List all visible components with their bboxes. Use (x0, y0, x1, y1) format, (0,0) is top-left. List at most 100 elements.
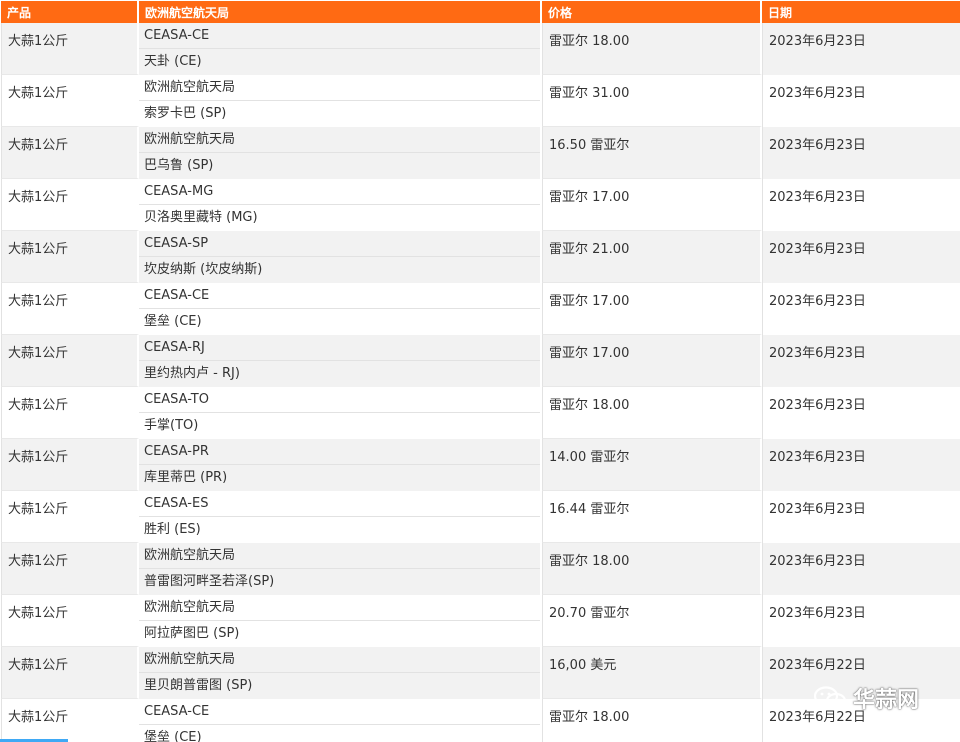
cell-date: 2023年6月23日 (762, 179, 960, 231)
market-name: CEASA-MG (139, 179, 540, 205)
cell-product: 大蒜1公斤 (1, 647, 139, 699)
cell-price: 雷亚尔 18.00 (542, 23, 762, 75)
table-body: 大蒜1公斤 CEASA-CE 天卦 (CE) 雷亚尔 18.00 2023年6月23日大… (1, 23, 960, 742)
cell-price: 14.00 雷亚尔 (542, 439, 762, 491)
cell-product: 大蒜1公斤 (1, 231, 139, 283)
table-row: 大蒜1公斤 CEASA-MG 贝洛奥里藏特 (MG) 雷亚尔 17.00 2023年6月… (1, 179, 960, 231)
cell-market: CEASA-CE 堡垒 (CE) (139, 283, 542, 335)
cell-product: 大蒜1公斤 (1, 75, 139, 127)
market-stack: CEASA-CE 天卦 (CE) (139, 23, 540, 75)
cell-market: CEASA-RJ 里约热内卢 - RJ) (139, 335, 542, 387)
market-city: 胜利 (ES) (144, 522, 201, 537)
market-name: CEASA-PR (139, 439, 540, 465)
market-city: 天卦 (CE) (144, 54, 202, 69)
cell-date: 2023年6月23日 (762, 127, 960, 179)
cell-price: 雷亚尔 18.00 (542, 543, 762, 595)
market-city: 坎皮纳斯 (坎皮纳斯) (144, 262, 263, 277)
cell-price: 16.50 雷亚尔 (542, 127, 762, 179)
cell-product: 大蒜1公斤 (1, 283, 139, 335)
header-price[interactable]: 价格 (542, 1, 762, 23)
market-city: 里贝朗普雷图 (SP) (144, 678, 253, 693)
market-name: CEASA-TO (139, 387, 540, 413)
cell-price: 雷亚尔 17.00 (542, 335, 762, 387)
cell-market: CEASA-MG 贝洛奥里藏特 (MG) (139, 179, 542, 231)
table-row: 大蒜1公斤 欧洲航空航天局 索罗卡巴 (SP) 雷亚尔 31.00 2023年6月23日 (1, 75, 960, 127)
cell-date: 2023年6月23日 (762, 387, 960, 439)
market-name: CEASA-ES (139, 491, 540, 517)
cell-date: 2023年6月23日 (762, 23, 960, 75)
market-name: CEASA-RJ (139, 335, 540, 361)
watermark: 华蒜网 (813, 682, 919, 714)
cell-price: 16.44 雷亚尔 (542, 491, 762, 543)
price-table: 产品 欧洲航空航天局 价格 日期 大蒜1公斤 CEASA-CE 天卦 (CE) 雷亚尔… (1, 1, 960, 742)
cell-price: 雷亚尔 17.00 (542, 179, 762, 231)
cell-date: 2023年6月23日 (762, 543, 960, 595)
cell-price: 16,00 美元 (542, 647, 762, 699)
cell-product: 大蒜1公斤 (1, 387, 139, 439)
table-row: 大蒜1公斤 欧洲航空航天局 普雷图河畔圣若泽(SP) 雷亚尔 18.00 2023年6月… (1, 543, 960, 595)
table-row: 大蒜1公斤 CEASA-CE 天卦 (CE) 雷亚尔 18.00 2023年6月23日 (1, 23, 960, 75)
market-stack: CEASA-MG 贝洛奥里藏特 (MG) (139, 179, 540, 231)
cell-market: 欧洲航空航天局阿拉萨图巴 (SP) (139, 595, 542, 647)
market-name: 欧洲航空航天局 (139, 127, 540, 153)
market-city: 堡垒 (CE) (144, 730, 202, 742)
table-header-row: 产品 欧洲航空航天局 价格 日期 (1, 1, 960, 23)
cell-product: 大蒜1公斤 (1, 491, 139, 543)
market-stack: CEASA-PR 库里蒂巴 (PR) (139, 439, 540, 491)
cell-product: 大蒜1公斤 (1, 335, 139, 387)
cell-market: CEASA-ES 胜利 (ES) (139, 491, 542, 543)
market-stack: 欧洲航空航天局里贝朗普雷图 (SP) (139, 647, 540, 699)
cell-product: 大蒜1公斤 (1, 179, 139, 231)
cell-market: CEASA-SP 坎皮纳斯 (坎皮纳斯) (139, 231, 542, 283)
cell-price: 雷亚尔 17.00 (542, 283, 762, 335)
cell-market: CEASA-CE 天卦 (CE) (139, 23, 542, 75)
cell-date: 2023年6月23日 (762, 231, 960, 283)
cell-date: 2023年6月23日 (762, 335, 960, 387)
market-city: 索罗卡巴 (SP) (144, 106, 227, 121)
cell-market: 欧洲航空航天局 索罗卡巴 (SP) (139, 75, 542, 127)
market-stack: 欧洲航空航天局 普雷图河畔圣若泽(SP) (139, 543, 540, 595)
cell-market: CEASA-TO 手掌(TO) (139, 387, 542, 439)
cell-date: 2023年6月23日 (762, 439, 960, 491)
market-name: 欧洲航空航天局 (139, 595, 540, 621)
market-stack: CEASA-TO 手掌(TO) (139, 387, 540, 439)
cell-market: 欧洲航空航天局 巴乌鲁 (SP) (139, 127, 542, 179)
cell-market: CEASA-PR 库里蒂巴 (PR) (139, 439, 542, 491)
cell-price: 雷亚尔 18.00 (542, 699, 762, 742)
market-stack: 欧洲航空航天局 巴乌鲁 (SP) (139, 127, 540, 179)
cell-market: CEASA-CE 堡垒 (CE) (139, 699, 542, 742)
table-row: 大蒜1公斤 CEASA-SP 坎皮纳斯 (坎皮纳斯) 雷亚尔 21.00 2023年6月… (1, 231, 960, 283)
watermark-text: 华蒜网 (853, 688, 920, 713)
cell-product: 大蒜1公斤 (1, 439, 139, 491)
market-name: 欧洲航空航天局 (139, 543, 540, 569)
market-name: CEASA-CE (139, 23, 540, 49)
table-row: 大蒜1公斤 CEASA-ES 胜利 (ES) 16.44 雷亚尔 2023年6月23日 (1, 491, 960, 543)
table-row: 大蒜1公斤 CEASA-TO 手掌(TO) 雷亚尔 18.00 2023年6月23日 (1, 387, 960, 439)
table-row: 大蒜1公斤 CEASA-CE 堡垒 (CE) 雷亚尔 17.00 2023年6月23日 (1, 283, 960, 335)
page: 产品 欧洲航空航天局 价格 日期 大蒜1公斤 CEASA-CE 天卦 (CE) 雷亚尔… (0, 0, 960, 742)
table-row: 大蒜1公斤 欧洲航空航天局 阿拉萨图巴 (SP) 20.70 雷亚尔 2023年6月23… (1, 595, 960, 647)
market-name: CEASA-CE (139, 283, 540, 309)
header-product[interactable]: 产品 (1, 1, 139, 23)
market-city: 阿拉萨图巴 (SP) (144, 626, 240, 641)
cell-product: 大蒜1公斤 (1, 23, 139, 75)
cell-date: 2023年6月23日 (762, 491, 960, 543)
cell-product: 大蒜1公斤 (1, 543, 139, 595)
market-name: CEASA-SP (139, 231, 540, 257)
cell-date: 2023年6月23日 (762, 283, 960, 335)
market-stack: 欧洲航空航天局阿拉萨图巴 (SP) (139, 595, 540, 647)
market-stack: CEASA-ES 胜利 (ES) (139, 491, 540, 543)
table-row: 大蒜1公斤 欧洲航空航天局 巴乌鲁 (SP) 16.50 雷亚尔 2023年6月23日 (1, 127, 960, 179)
market-stack: CEASA-CE 堡垒 (CE) (139, 699, 540, 742)
cell-product: 大蒜1公斤 (1, 699, 139, 742)
cell-product: 大蒜1公斤 (1, 127, 139, 179)
cell-price: 雷亚尔 31.00 (542, 75, 762, 127)
table-row: 大蒜1公斤 CEASA-PR 库里蒂巴 (PR) 14.00 雷亚尔 2023年6月23… (1, 439, 960, 491)
market-city: 堡垒 (CE) (144, 314, 202, 329)
table-row: 大蒜1公斤 CEASA-RJ 里约热内卢 - RJ) 雷亚尔 17.00 2023年6月… (1, 335, 960, 387)
header-date[interactable]: 日期 (762, 1, 960, 23)
header-market[interactable]: 欧洲航空航天局 (139, 1, 542, 23)
wechat-icon (813, 686, 847, 710)
market-name: 欧洲航空航天局 (139, 647, 540, 673)
cell-date: 2023年6月23日 (762, 75, 960, 127)
